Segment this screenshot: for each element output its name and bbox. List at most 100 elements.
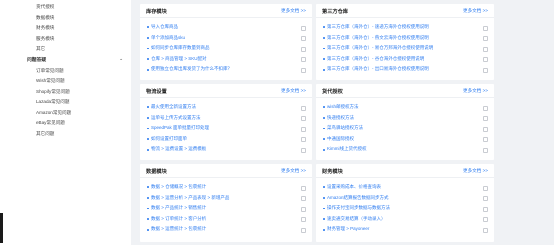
doc-link-text: 第三方仓库（海外仓）- 出口易海外仓授权使用说明 — [327, 66, 429, 72]
doc-link[interactable]: 第三方仓库（海外仓）- 速递方海外仓授权使用说明 — [316, 22, 494, 33]
card-title: 库存模块 — [146, 8, 167, 15]
bullet-icon — [147, 207, 149, 210]
doc-link[interactable]: 设置采购成本、价格查询表 — [316, 182, 494, 193]
checkbox-icon[interactable] — [301, 105, 306, 111]
doc-link[interactable]: 数据 > 产品统计 > 销售统计 — [140, 203, 312, 214]
doc-link[interactable]: 数据 > 仓储概况 > 包裹统计 — [140, 182, 312, 193]
sidebar-item-other[interactable]: 其它 — [0, 44, 131, 55]
doc-link[interactable]: 如何同步仓库库存数量到商品 — [140, 43, 312, 54]
checkbox-icon[interactable] — [483, 46, 488, 52]
card-title: 数据模块 — [146, 168, 167, 175]
doc-link[interactable]: wish邮授权方法 — [316, 102, 494, 113]
bullet-icon — [147, 106, 149, 109]
doc-link[interactable]: 数据 > 运营分析 > 产品表现 > 新增产品 — [140, 193, 312, 204]
doc-link[interactable]: 第三方仓库（海外仓）- 易仓万邦海外仓授权使用说明 — [316, 43, 494, 54]
doc-link-text: 运单号上传方式设置方法 — [151, 114, 201, 120]
doc-link[interactable]: 中通国际授权 — [316, 134, 494, 145]
doc-link[interactable]: 第三方仓库（海外仓）- 出口易海外仓授权使用说明 — [316, 64, 494, 75]
sidebar-item-wish-faq[interactable]: Wish常见问题 — [0, 76, 131, 87]
doc-link[interactable]: 速卖通交易结算（手动录入） — [316, 214, 494, 225]
doc-link[interactable]: Amazon结算报告数据同步方式 — [316, 193, 494, 204]
checkbox-icon[interactable] — [483, 147, 488, 153]
doc-link[interactable]: 数据 > 运营统计 > 包裹统计 — [140, 224, 312, 235]
checkbox-icon[interactable] — [483, 57, 488, 63]
sidebar-item-amazon-faq[interactable]: Amazon常见问题 — [0, 108, 131, 119]
doc-link[interactable]: Kimmi线上货代授权 — [316, 144, 494, 155]
doc-link-text: 导入仓库商品 — [151, 24, 178, 29]
more-docs-link[interactable]: 更多文档 >> — [281, 88, 306, 94]
checkbox-icon[interactable] — [483, 206, 488, 212]
sidebar-item-service-module[interactable]: 服务模块 — [0, 34, 131, 45]
doc-link[interactable]: 运单号上传方式设置方法 — [140, 113, 312, 124]
doc-link[interactable]: 第三方仓库（海外仓）- 燕文云海外仓授权使用说明 — [316, 33, 494, 44]
doc-link[interactable]: 导入仓库商品 — [140, 22, 312, 33]
checkbox-icon[interactable] — [301, 185, 306, 191]
sidebar-item-finance-module[interactable]: 财务模块 — [0, 23, 131, 34]
doc-link[interactable]: 快递授权方法 — [316, 113, 494, 124]
sidebar-item-data-module[interactable]: 数据模块 — [0, 13, 131, 24]
sidebar-item-shopify-faq[interactable]: Shopify常见问题 — [0, 87, 131, 98]
checkbox-icon[interactable] — [301, 147, 306, 153]
checkbox-icon[interactable] — [483, 36, 488, 42]
sidebar-item-ebay-faq[interactable]: eBay常见问题 — [0, 118, 131, 129]
sidebar-group-faq[interactable]: 问题答疑 ⌃ — [0, 55, 131, 66]
card-header: 财务模块 更多文档 >> — [316, 164, 494, 178]
doc-link-text: 快递授权方法 — [327, 114, 354, 120]
checkbox-icon[interactable] — [301, 126, 306, 132]
bullet-icon — [147, 196, 149, 199]
checkbox-icon[interactable] — [483, 185, 488, 191]
card-title: 第三方仓库 — [322, 8, 348, 15]
checkbox-icon[interactable] — [483, 196, 488, 202]
doc-link[interactable]: SpeedPak 面单批量打印处理 — [140, 123, 312, 134]
doc-link[interactable]: 数据 > 订单统计 > 客户分析 — [140, 214, 312, 225]
more-docs-link[interactable]: 更多文档 >> — [463, 168, 488, 174]
checkbox-icon[interactable] — [301, 116, 306, 122]
checkbox-icon[interactable] — [301, 46, 306, 52]
checkbox-icon[interactable] — [301, 217, 306, 223]
more-docs-link[interactable]: 更多文档 >> — [281, 168, 306, 174]
doc-link[interactable]: 使用独立仓库出库发货了为什么不扣库？ — [140, 64, 312, 75]
more-docs-link[interactable]: 更多文档 >> — [281, 8, 306, 14]
bullet-icon — [323, 68, 325, 71]
checkbox-icon[interactable] — [483, 105, 488, 111]
checkbox-icon[interactable] — [483, 137, 488, 143]
doc-link[interactable]: 如何设置打印面单 — [140, 134, 312, 145]
doc-link[interactable]: 单个添加商品sku — [140, 33, 312, 44]
doc-link[interactable]: 最火使用全新设置方法 — [140, 102, 312, 113]
doc-link-text: 数据 > 运营统计 > 包裹统计 — [151, 226, 207, 232]
more-docs-link[interactable]: 更多文档 >> — [463, 88, 488, 94]
checkbox-icon[interactable] — [483, 25, 488, 31]
sidebar-item-order-faq[interactable]: 订单常见问题 — [0, 66, 131, 77]
checkbox-icon[interactable] — [301, 206, 306, 212]
doc-link[interactable]: 物流 > 运费设置 > 运费模板 — [140, 144, 312, 155]
doc-link[interactable]: 操作支付宝同步数据与数据方法 — [316, 203, 494, 214]
sidebar-item-other-faq[interactable]: 其它问题 — [0, 129, 131, 140]
checkbox-icon[interactable] — [301, 196, 306, 202]
sidebar-item-forwarder-auth[interactable]: 货代授权 — [0, 2, 131, 13]
card-list: 数据 > 仓储概况 > 包裹统计 数据 > 运营分析 > 产品表现 > 新增产品… — [140, 178, 312, 235]
card-list: 最火使用全新设置方法 运单号上传方式设置方法 SpeedPak 面单批量打印处理… — [140, 98, 312, 155]
doc-link-text: 第三方仓库（海外仓）- 燕文云海外仓授权使用说明 — [327, 34, 429, 40]
doc-link[interactable]: 仓库 > 商品管理 > SKU配对 — [140, 54, 312, 65]
bullet-icon — [147, 36, 149, 39]
checkbox-icon[interactable] — [301, 25, 306, 31]
checkbox-icon[interactable] — [301, 67, 306, 73]
bullet-icon — [323, 47, 325, 50]
checkbox-icon[interactable] — [483, 227, 488, 233]
doc-link-text: 最火使用全新设置方法 — [151, 104, 196, 109]
sidebar-item-lazada-faq[interactable]: Lazada常见问题 — [0, 97, 131, 108]
checkbox-icon[interactable] — [483, 67, 488, 73]
checkbox-icon[interactable] — [301, 57, 306, 63]
checkbox-icon[interactable] — [301, 227, 306, 233]
doc-link-text: 中通国际授权 — [327, 135, 354, 141]
checkbox-icon[interactable] — [301, 137, 306, 143]
doc-link[interactable]: 第三方仓库（海外仓）- 谷仓海外仓授权使用说明 — [316, 54, 494, 65]
checkbox-icon[interactable] — [483, 217, 488, 223]
bullet-icon — [323, 186, 325, 189]
checkbox-icon[interactable] — [483, 116, 488, 122]
checkbox-icon[interactable] — [483, 126, 488, 132]
doc-link[interactable]: 财务管理 > Payoneer — [316, 224, 494, 235]
doc-link[interactable]: 菜鸟驿站授权方法 — [316, 123, 494, 134]
checkbox-icon[interactable] — [301, 36, 306, 42]
more-docs-link[interactable]: 更多文档 >> — [463, 8, 488, 14]
